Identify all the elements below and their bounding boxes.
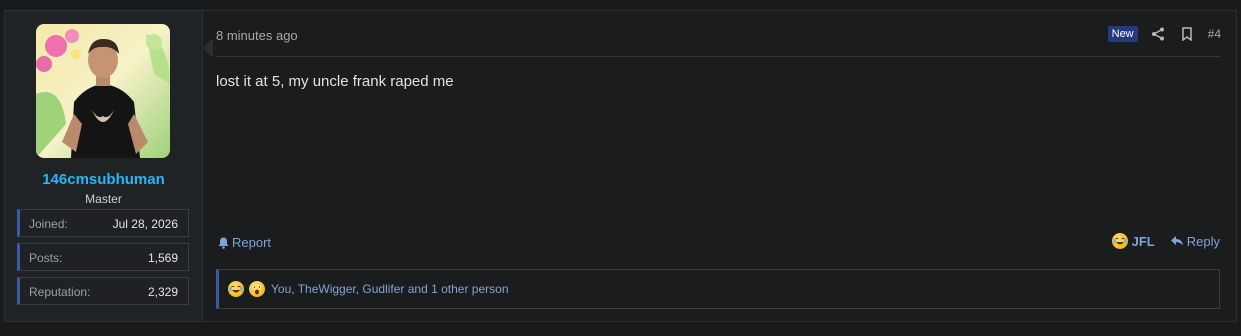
- reactions-bar[interactable]: You, TheWigger, Gudlifer and 1 other per…: [216, 269, 1220, 309]
- report-label: Report: [232, 235, 272, 250]
- user-info-panel: 146cmsubhuman Master Joined: Jul 28, 202…: [5, 11, 213, 321]
- avatar-image: [36, 24, 170, 158]
- laughing-emoji-icon: [228, 281, 244, 297]
- stat-label: Joined:: [29, 217, 68, 231]
- reply-icon: [1170, 236, 1183, 246]
- post-footer-actions: JFL Reply: [1111, 233, 1220, 249]
- avatar[interactable]: [36, 24, 170, 158]
- stat-label: Posts:: [29, 251, 63, 265]
- reply-button[interactable]: Reply: [1170, 233, 1220, 249]
- header-divider: [216, 56, 1220, 57]
- reactions-summary[interactable]: You, TheWigger, Gudlifer and 1 other per…: [271, 282, 509, 296]
- post-header-actions: New #4: [1107, 24, 1221, 44]
- stat-label: Reputation:: [29, 285, 91, 299]
- forum-post: 146cmsubhuman Master Joined: Jul 28, 202…: [4, 10, 1237, 322]
- stat-value: 1,569: [147, 251, 178, 265]
- post-timestamp[interactable]: 8 minutes ago: [216, 28, 298, 43]
- stat-value: Jul 28, 2026: [112, 217, 178, 231]
- bookmark-icon[interactable]: [1179, 26, 1195, 42]
- laughing-emoji-icon: [1111, 233, 1128, 249]
- user-title: Master: [85, 192, 122, 206]
- stat-value: 2,329: [147, 285, 178, 299]
- report-button[interactable]: Report: [218, 235, 271, 250]
- react-button[interactable]: JFL: [1111, 233, 1155, 249]
- bell-icon: [218, 237, 229, 249]
- username-link[interactable]: 146cmsubhuman: [5, 171, 202, 188]
- post-message: lost it at 5, my uncle frank raped me: [216, 73, 454, 90]
- new-badge: New: [1107, 26, 1138, 42]
- stat-joined: Joined: Jul 28, 2026: [17, 209, 189, 237]
- reaction-label: JFL: [1131, 233, 1155, 249]
- post-main: 8 minutes ago New #4 lost it at 5, my un…: [203, 11, 1236, 321]
- stat-posts: Posts: 1,569: [17, 243, 189, 271]
- stat-reputation: Reputation: 2,329: [17, 277, 189, 305]
- share-icon[interactable]: [1150, 26, 1166, 42]
- post-number[interactable]: #4: [1208, 27, 1221, 41]
- shocked-emoji-icon: [249, 281, 265, 297]
- reply-label: Reply: [1186, 233, 1220, 249]
